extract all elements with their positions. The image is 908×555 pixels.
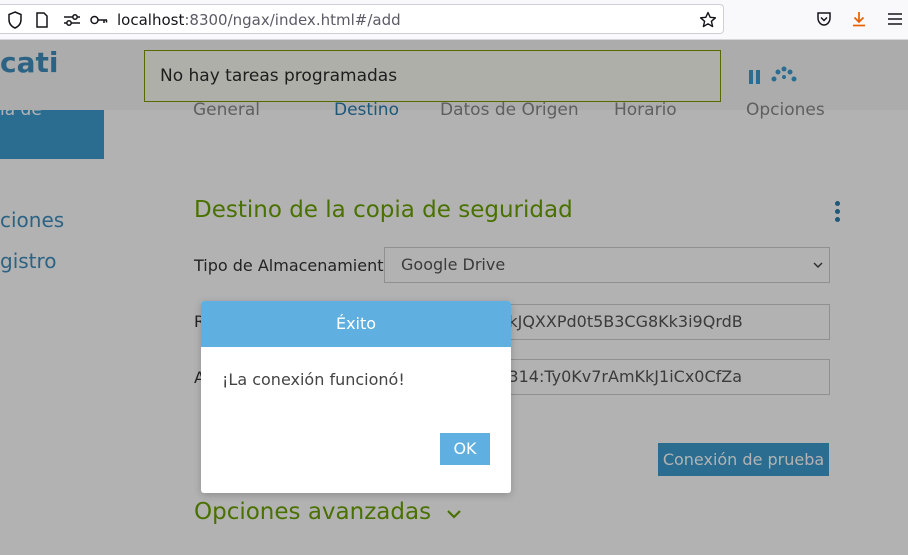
star-icon[interactable]: [698, 5, 718, 35]
page-icon[interactable]: [34, 5, 50, 35]
dialog-title: Éxito: [201, 301, 511, 347]
dialog-message: ¡La conexión funcionó!: [222, 370, 405, 389]
key-icon[interactable]: [90, 5, 108, 35]
browser-toolbar: localhost:8300/ngax/index.html#/add: [0, 0, 908, 40]
menu-icon[interactable]: [886, 4, 904, 34]
url-text[interactable]: localhost:8300/ngax/index.html#/add: [117, 5, 401, 35]
pocket-icon[interactable]: [815, 4, 833, 34]
permissions-icon[interactable]: [62, 5, 82, 35]
success-dialog: Éxito ¡La conexión funcionó! OK: [201, 301, 511, 493]
ok-button[interactable]: OK: [440, 433, 490, 465]
url-host: localhost: [117, 11, 185, 29]
shield-icon[interactable]: [6, 5, 24, 35]
url-path: :8300/ngax/index.html#/add: [184, 11, 401, 29]
url-bar[interactable]: localhost:8300/ngax/index.html#/add: [0, 4, 724, 34]
download-icon[interactable]: [850, 4, 868, 34]
